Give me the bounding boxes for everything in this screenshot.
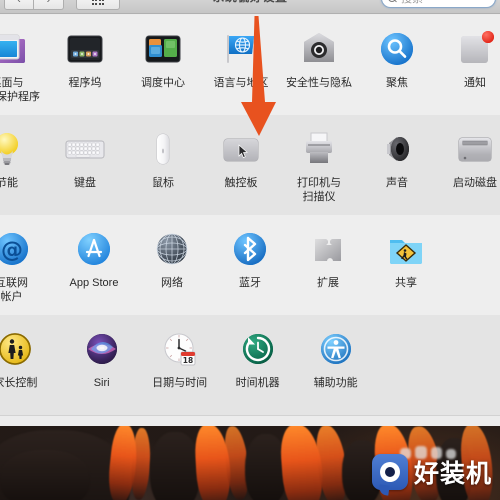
mouse-icon [141, 127, 185, 171]
eye-logo-icon [371, 454, 408, 496]
pref-item-internet-accounts[interactable]: @ 互联网 帐户 [0, 215, 55, 315]
pref-item-label: 节能 [0, 177, 18, 189]
pref-item-label: 桌面与 屏幕保护程序 [0, 77, 40, 103]
pref-item-time-machine[interactable]: 时间机器 [219, 315, 297, 415]
pref-item-bluetooth[interactable]: 蓝牙 [211, 215, 289, 315]
bluetooth-icon [228, 227, 272, 271]
pref-item-label: 辅助功能 [313, 377, 358, 389]
pref-item-sharing[interactable]: 共享 [367, 215, 445, 315]
notifications-icon [453, 27, 497, 71]
pref-item-label: 调度中心 [141, 77, 185, 89]
internet-accounts-icon: @ [0, 227, 34, 271]
pref-item-label: 通知 [464, 77, 486, 89]
time-machine-icon [236, 327, 280, 371]
keyboard-icon [63, 127, 107, 171]
pref-row: 桌面与 屏幕保护程序 [0, 15, 500, 115]
language-region-icon [219, 27, 263, 71]
pref-row: 节能 键盘 鼠标 触控板 打印机与 扫描仪 声音 启动磁盘 [0, 115, 500, 215]
pref-item-siri[interactable]: Siri [63, 315, 141, 415]
spotlight-icon [375, 27, 419, 71]
pref-item-label: 触控板 [224, 177, 258, 189]
pref-item-label: 安全性与隐私 [286, 77, 352, 89]
extensions-icon [306, 227, 350, 271]
search-icon [388, 0, 397, 3]
pref-row: @ 互联网 帐户 App Store 网络 蓝牙 扩展 共享 [0, 215, 500, 315]
pref-item-date-time[interactable]: 18 日期与时间 [141, 315, 219, 415]
pref-item-empty [445, 215, 500, 315]
security-privacy-icon [297, 27, 341, 71]
watermark-text: 好装机 [413, 459, 492, 488]
pref-item-trackpad[interactable]: 触控板 [202, 115, 280, 215]
pref-item-security-privacy[interactable]: 安全性与隐私 [280, 15, 358, 115]
pref-item-label: 共享 [395, 277, 417, 289]
pref-item-extensions[interactable]: 扩展 [289, 215, 367, 315]
app-store-icon [72, 227, 116, 271]
mission-control-icon [141, 27, 185, 71]
search-field[interactable] [381, 0, 496, 8]
pref-item-dock[interactable]: 程序坞 [46, 15, 124, 115]
search-input[interactable] [401, 0, 489, 5]
energy-saver-icon [0, 127, 29, 171]
pref-item-label: 鼠标 [152, 177, 174, 189]
pref-item-label: 键盘 [74, 177, 96, 189]
network-icon [150, 227, 194, 271]
pref-item-label: 程序坞 [68, 77, 102, 89]
pref-item-energy-saver[interactable]: 节能 [0, 115, 46, 215]
startup-disk-icon [453, 127, 497, 171]
pref-item-desktop-screensaver[interactable]: 桌面与 屏幕保护程序 [0, 15, 46, 115]
pref-item-mission-control[interactable]: 调度中心 [124, 15, 202, 115]
pref-item-label: 扩展 [317, 277, 339, 289]
printers-scanners-icon [297, 127, 341, 171]
pref-item-label: 时间机器 [235, 377, 280, 389]
trackpad-icon [219, 127, 263, 171]
pref-item-label: App Store [69, 277, 119, 289]
pref-item-keyboard[interactable]: 键盘 [46, 115, 124, 215]
pref-row: 家长控制 [0, 315, 500, 415]
preference-pane-grid: 桌面与 屏幕保护程序 [0, 15, 500, 426]
pref-item-label: 声音 [386, 177, 408, 189]
pref-item-label: 家长控制 [0, 377, 38, 389]
pref-item-notifications[interactable]: 通知 [436, 15, 500, 115]
pref-item-label: 启动磁盘 [453, 177, 497, 189]
pref-item-label: Siri [93, 377, 110, 389]
watermark: 好装机 [371, 452, 492, 496]
date-time-icon: 18 [158, 327, 202, 371]
pref-item-label: 打印机与 扫描仪 [297, 177, 341, 203]
pref-item-empty [375, 315, 438, 415]
pref-item-empty [437, 315, 500, 415]
pref-item-printers-scanners[interactable]: 打印机与 扫描仪 [280, 115, 358, 215]
accessibility-icon [314, 327, 358, 371]
pref-item-label: 日期与时间 [152, 377, 208, 389]
pref-item-label: 聚焦 [386, 77, 408, 89]
pref-item-label: 蓝牙 [239, 277, 261, 289]
pref-item-startup-disk[interactable]: 启动磁盘 [436, 115, 500, 215]
pref-item-language-region[interactable]: 语言与地区 [202, 15, 280, 115]
parental-controls-icon [0, 327, 37, 371]
pref-item-sound[interactable]: 声音 [358, 115, 436, 215]
siri-icon [80, 327, 124, 371]
pref-item-label: 语言与地区 [213, 77, 269, 89]
pref-item-accessibility[interactable]: 辅助功能 [297, 315, 375, 415]
sharing-icon [384, 227, 428, 271]
pref-item-mouse[interactable]: 鼠标 [124, 115, 202, 215]
pref-item-network[interactable]: 网络 [133, 215, 211, 315]
svg-text:18: 18 [182, 356, 192, 365]
sound-icon [375, 127, 419, 171]
pref-item-label: 网络 [161, 277, 183, 289]
system-preferences-window: ‹ › 系统偏好设置 [0, 0, 500, 426]
pref-item-parental-controls[interactable]: 家长控制 [0, 315, 63, 415]
pref-item-spotlight[interactable]: 聚焦 [358, 15, 436, 115]
desktop-screensaver-icon [0, 27, 29, 71]
pref-item-label: 互联网 帐户 [0, 277, 28, 303]
pref-item-app-store[interactable]: App Store [55, 215, 133, 315]
dock-icon [63, 27, 107, 71]
svg-text:@: @ [1, 238, 23, 263]
